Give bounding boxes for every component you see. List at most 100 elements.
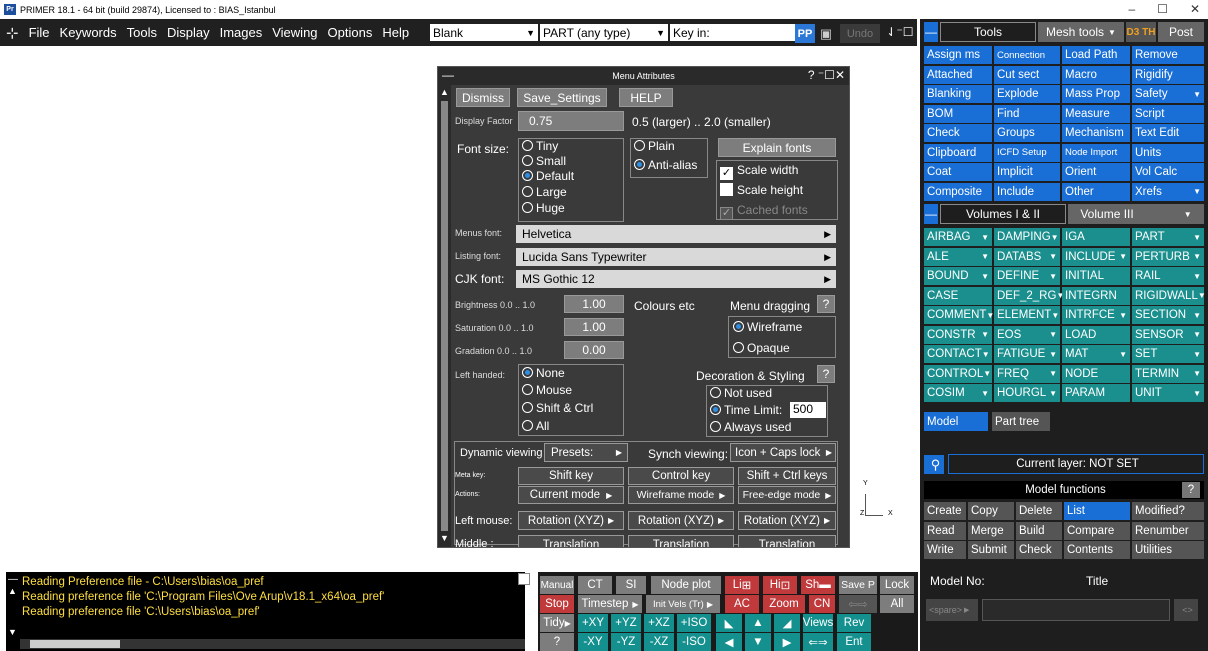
collapse-icon[interactable]: — bbox=[442, 68, 454, 82]
font-size-default[interactable]: Default bbox=[522, 169, 574, 183]
tool-button-load-path[interactable]: Load Path bbox=[1062, 46, 1130, 64]
antialias-option[interactable]: Anti-alias bbox=[634, 158, 697, 172]
dialog-scrollbar[interactable]: ▲ ▼ bbox=[438, 85, 451, 547]
spare-select[interactable]: <spare> ▶ bbox=[926, 599, 978, 621]
listing-font-select[interactable]: Lucida Sans Typewriter ▶ bbox=[516, 248, 836, 266]
scale-width-checkbox[interactable]: ✓ Scale width bbox=[720, 163, 798, 180]
tool-button-attached[interactable]: Attached bbox=[924, 65, 992, 84]
keyword-button-mat[interactable]: MAT ▼ bbox=[1062, 345, 1130, 363]
wireframe-option[interactable]: Wireframe bbox=[733, 320, 802, 334]
model-tab[interactable]: Model bbox=[924, 412, 988, 431]
keyword-button-def-2-rg[interactable]: DEF_2_RG ▼ bbox=[994, 286, 1064, 305]
model-function-read[interactable]: Read bbox=[924, 521, 966, 540]
saturation-input[interactable]: 1.00 bbox=[564, 318, 624, 336]
tool-button-node-import[interactable]: Node Import bbox=[1062, 143, 1130, 162]
console-toggle[interactable] bbox=[518, 573, 530, 585]
tool-button-coat[interactable]: Coat bbox=[924, 163, 992, 181]
pan-arrows-icon[interactable]: ⇐⇒ bbox=[803, 633, 833, 651]
keyword-button-section[interactable]: SECTION ▼ bbox=[1132, 306, 1204, 324]
keyword-button-rail[interactable]: RAIL ▼ bbox=[1132, 267, 1204, 285]
nav-arrows[interactable]: <> bbox=[1174, 599, 1198, 621]
lh-all[interactable]: All bbox=[522, 419, 549, 433]
keyword-button-case[interactable]: CASE bbox=[924, 286, 992, 305]
keyword-button-load[interactable]: LOAD bbox=[1062, 325, 1130, 344]
display-factor-input[interactable]: 0.75 bbox=[518, 111, 624, 131]
model-function-copy[interactable]: Copy bbox=[968, 502, 1014, 520]
current-mode-select[interactable]: Current mode ▶ bbox=[518, 486, 624, 504]
menu-tools[interactable]: Tools bbox=[122, 25, 162, 40]
clipboard-icon[interactable]: ▣ bbox=[817, 24, 835, 43]
tool-button-bom[interactable]: BOM bbox=[924, 104, 992, 123]
collapse-icon[interactable]: — bbox=[924, 204, 938, 224]
tool-button-icfd-setup[interactable]: ICFD Setup bbox=[994, 143, 1060, 162]
minimize-button[interactable]: – bbox=[1128, 2, 1135, 16]
model-function-utilities[interactable]: Utilities bbox=[1132, 541, 1204, 559]
console-hscrollbar[interactable] bbox=[20, 639, 525, 649]
keyword-button-control[interactable]: CONTROL ▼ bbox=[924, 364, 992, 383]
tool-button-find[interactable]: Find bbox=[994, 104, 1060, 123]
tool-button-units[interactable]: Units bbox=[1132, 143, 1204, 162]
time-limit-option[interactable]: Time Limit: bbox=[710, 403, 782, 417]
move-icon[interactable]: ⊹ bbox=[0, 24, 24, 42]
keyword-button-hourgl[interactable]: HOURGL ▼ bbox=[994, 384, 1060, 402]
part-type-select[interactable]: PART (any type) ▼ bbox=[540, 24, 668, 41]
decoration-help-button[interactable]: ? bbox=[817, 365, 835, 383]
tool-button-composite[interactable]: Composite bbox=[924, 182, 992, 201]
scroll-up-icon[interactable]: ▲ bbox=[8, 586, 17, 596]
synch-viewing-select[interactable]: Icon + Caps lock ▶ bbox=[730, 443, 836, 462]
arrow-right-icon[interactable]: ▶ bbox=[774, 633, 800, 651]
keyword-button-param[interactable]: PARAM bbox=[1062, 384, 1130, 402]
menu-images[interactable]: Images bbox=[215, 25, 268, 40]
model-function-compare[interactable]: Compare bbox=[1064, 521, 1130, 540]
keyword-button-unit[interactable]: UNIT ▼ bbox=[1132, 384, 1204, 402]
keyword-button-perturb[interactable]: PERTURB ▼ bbox=[1132, 247, 1204, 266]
keyword-button-define[interactable]: DEFINE ▼ bbox=[994, 267, 1060, 285]
tab-volumes-1-2[interactable]: Volumes I & II bbox=[940, 204, 1066, 224]
shift-ctrl-option[interactable]: Shift + Ctrl keys bbox=[738, 467, 836, 485]
tool-button-other[interactable]: Other bbox=[1062, 182, 1130, 201]
save-settings-button[interactable]: Save_Settings bbox=[517, 88, 607, 107]
help-button[interactable]: HELP bbox=[619, 88, 673, 107]
scale-height-checkbox[interactable]: Scale height bbox=[720, 183, 803, 197]
scrollbar-thumb[interactable] bbox=[30, 640, 120, 648]
keyword-button-element[interactable]: ELEMENT ▼ bbox=[994, 306, 1060, 324]
arrow-down-icon[interactable]: ▼ bbox=[745, 633, 771, 651]
tool-button-connection[interactable]: Connection bbox=[994, 46, 1060, 64]
not-used-option[interactable]: Not used bbox=[710, 386, 772, 400]
keyword-button-bound[interactable]: BOUND ▼ bbox=[924, 267, 992, 285]
close-button[interactable]: ✕ bbox=[1190, 2, 1200, 16]
plus-xy-button[interactable]: +XY bbox=[578, 614, 608, 632]
arrow-down-right-icon[interactable]: ◢ bbox=[774, 614, 800, 632]
menu-dragging-help-button[interactable]: ? bbox=[817, 295, 835, 313]
explain-fonts-button[interactable]: Explain fonts bbox=[718, 138, 836, 157]
model-function-renumber[interactable]: Renumber bbox=[1132, 521, 1204, 540]
ent-button[interactable]: Ent bbox=[837, 633, 871, 651]
rev-button[interactable]: Rev bbox=[837, 614, 871, 632]
save-p-button[interactable]: Save P bbox=[839, 576, 877, 594]
menu-keywords[interactable]: Keywords bbox=[55, 25, 122, 40]
presets-select[interactable]: Presets: ▶ bbox=[544, 443, 628, 462]
manual-button[interactable]: Manual bbox=[540, 576, 574, 594]
blank-select[interactable]: Blank ▼ bbox=[430, 24, 538, 41]
title-input[interactable] bbox=[982, 599, 1170, 621]
menu-display[interactable]: Display bbox=[162, 25, 215, 40]
tool-button-groups[interactable]: Groups bbox=[994, 124, 1060, 142]
keyword-button-comment[interactable]: COMMENT ▼ bbox=[924, 306, 994, 324]
tool-button-xrefs[interactable]: Xrefs ▼ bbox=[1132, 182, 1204, 201]
keyword-button-damping[interactable]: DAMPING ▼ bbox=[994, 228, 1060, 246]
tool-button-measure[interactable]: Measure bbox=[1062, 104, 1130, 123]
views-button[interactable]: Views bbox=[803, 614, 833, 632]
keyword-button-intrfce[interactable]: INTRFCE ▼ bbox=[1062, 306, 1130, 324]
minus-xy-button[interactable]: -XY bbox=[578, 633, 608, 651]
tool-button-mass-prop[interactable]: Mass Prop bbox=[1062, 85, 1130, 103]
help-query-button[interactable]: ? bbox=[540, 633, 574, 651]
tool-button-cut-sect[interactable]: Cut sect bbox=[994, 65, 1060, 84]
opaque-option[interactable]: Opaque bbox=[733, 341, 790, 355]
plus-iso-button[interactable]: +ISO bbox=[677, 614, 711, 632]
font-size-huge[interactable]: Huge bbox=[522, 201, 565, 215]
tab-tools[interactable]: Tools bbox=[940, 22, 1036, 42]
arrows-disabled-icon[interactable]: ⇦⇨ bbox=[839, 595, 877, 613]
keyword-button-rigidwall[interactable]: RIGIDWALL ▼ bbox=[1132, 286, 1206, 305]
keyword-button-contact[interactable]: CONTACT ▼ bbox=[924, 345, 992, 363]
model-function-modified-[interactable]: Modified? bbox=[1132, 502, 1204, 520]
